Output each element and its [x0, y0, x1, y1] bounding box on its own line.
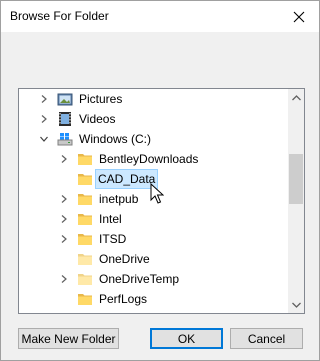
- chevron-right-icon[interactable]: [57, 149, 71, 169]
- folder-icon: [78, 214, 92, 225]
- scroll-up-button[interactable]: [288, 89, 304, 106]
- chevron-right-icon[interactable]: [37, 109, 51, 129]
- videos-folder-icon: [59, 112, 71, 126]
- folder-icon: [78, 194, 92, 205]
- tree-item-label: Intel: [99, 212, 122, 226]
- tree-item-label: Pictures: [79, 92, 123, 106]
- tree-item-pictures[interactable]: Pictures: [19, 89, 287, 109]
- scroll-down-button[interactable]: [288, 296, 304, 313]
- tree-item-itsd[interactable]: ITSD: [19, 229, 287, 249]
- vertical-scrollbar[interactable]: [288, 89, 304, 313]
- chevron-right-icon[interactable]: [57, 189, 71, 209]
- tree-item-label: Videos: [79, 112, 116, 126]
- tree-item-label: PerfLogs: [99, 292, 148, 306]
- tree-item-perflogs[interactable]: PerfLogs: [19, 289, 287, 309]
- close-icon: [293, 11, 305, 22]
- folder-icon: [78, 274, 92, 285]
- chevron-right-icon[interactable]: [57, 269, 71, 289]
- chevron-right-icon[interactable]: [57, 209, 71, 229]
- tree-item-label: OneDriveTemp: [99, 272, 180, 286]
- tree-item-label: ITSD: [99, 232, 127, 246]
- tree-item-label: Windows (C:): [79, 132, 152, 146]
- windows-drive-icon: [57, 133, 73, 146]
- title-bar[interactable]: Browse For Folder: [1, 1, 319, 32]
- tree-item-windows-c[interactable]: Windows (C:): [19, 129, 287, 149]
- chevron-right-icon[interactable]: [37, 89, 51, 109]
- tree-item-label: OneDrive: [99, 252, 150, 266]
- close-button[interactable]: [279, 1, 319, 32]
- chevron-right-icon[interactable]: [57, 229, 71, 249]
- make-new-folder-button[interactable]: Make New Folder: [18, 328, 119, 349]
- ok-button[interactable]: OK: [150, 328, 223, 349]
- browse-for-folder-dialog: Browse For Folder Pictures Videos Window…: [0, 0, 320, 361]
- tree-item-bentleydownloads[interactable]: BentleyDownloads: [19, 149, 287, 169]
- window-title: Browse For Folder: [10, 9, 109, 23]
- folder-icon: [78, 174, 92, 185]
- chevron-up-icon: [291, 94, 301, 100]
- tree-item-label: inetpub: [99, 192, 139, 206]
- mouse-pointer-icon: [150, 183, 164, 204]
- cancel-button[interactable]: Cancel: [230, 328, 303, 349]
- folder-icon: [78, 234, 92, 245]
- chevron-down-icon: [291, 302, 301, 308]
- folder-icon: [78, 294, 92, 305]
- tree-item-videos[interactable]: Videos: [19, 109, 287, 129]
- tree-item-label: CAD_Data: [95, 169, 159, 189]
- pictures-folder-icon: [57, 93, 73, 106]
- tree-item-intel[interactable]: Intel: [19, 209, 287, 229]
- tree-item-onedrivetemp[interactable]: OneDriveTemp: [19, 269, 287, 289]
- chevron-down-icon[interactable]: [37, 129, 51, 149]
- folder-icon: [78, 254, 92, 265]
- tree-item-onedrive[interactable]: OneDrive: [19, 249, 287, 269]
- tree-item-label: BentleyDownloads: [99, 152, 199, 166]
- folder-icon: [78, 154, 92, 165]
- scroll-thumb[interactable]: [289, 154, 303, 204]
